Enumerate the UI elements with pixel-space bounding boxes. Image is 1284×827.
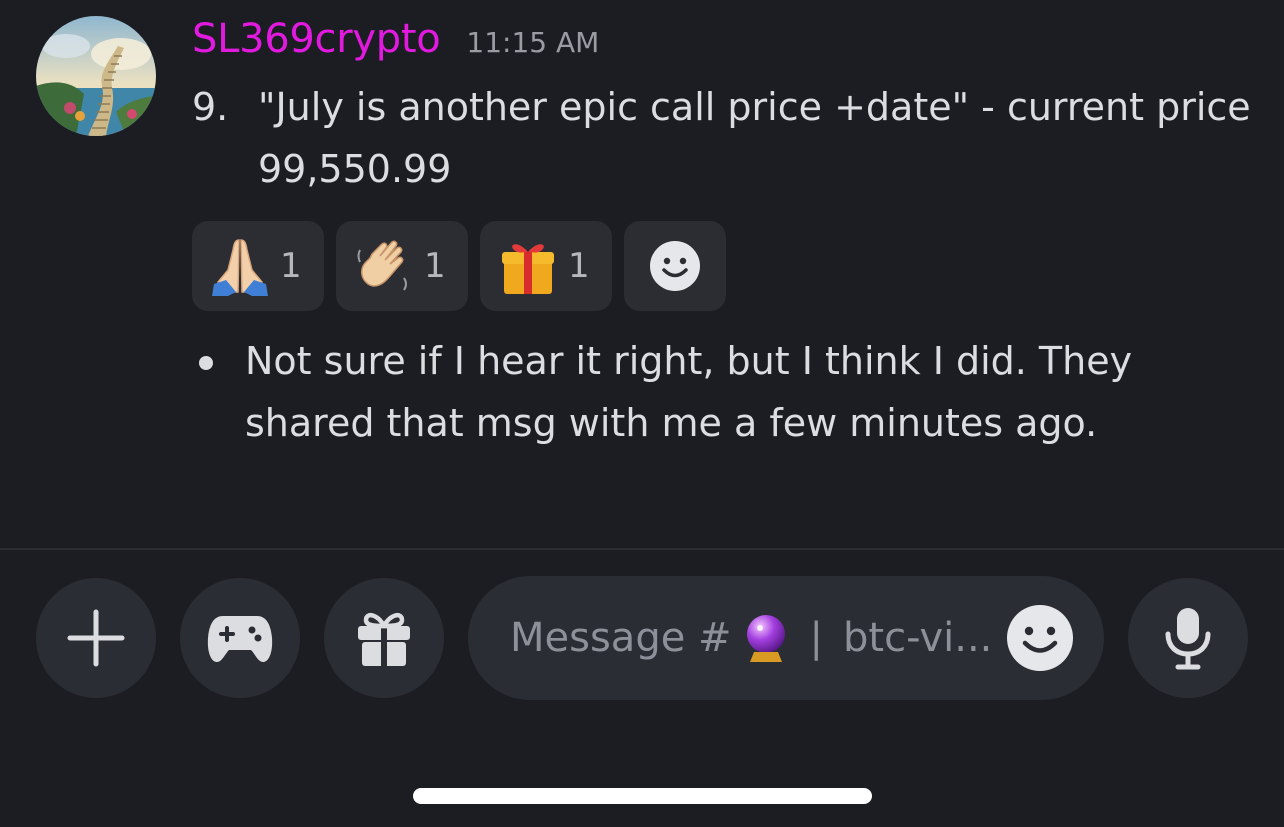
- reaction-count: 1: [280, 246, 302, 286]
- timestamp: 11:15 AM: [466, 26, 600, 59]
- folded-hands-icon: [206, 232, 274, 300]
- add-attachment-button[interactable]: [36, 578, 156, 698]
- avatar[interactable]: [36, 16, 156, 136]
- activities-button[interactable]: [180, 578, 300, 698]
- emoji-picker-button[interactable]: [1006, 604, 1074, 672]
- list-number: 9.: [192, 85, 229, 129]
- message-placeholder: Message # | btc-vi...: [510, 576, 992, 700]
- home-indicator[interactable]: [413, 788, 872, 804]
- voice-message-button[interactable]: [1128, 578, 1248, 698]
- gift-emoji-icon: [494, 232, 562, 300]
- reaction-waving-hand[interactable]: 1: [336, 221, 468, 311]
- message-header: SL369crypto 11:15 AM: [192, 16, 599, 70]
- gift-icon: [358, 612, 410, 666]
- username[interactable]: SL369crypto: [192, 16, 441, 62]
- message-input[interactable]: Message # | btc-vi...: [468, 576, 1104, 700]
- gamepad-icon: [207, 616, 273, 662]
- waving-hand-icon: [350, 232, 418, 300]
- placeholder-prefix: Message #: [510, 615, 732, 661]
- reaction-count: 1: [424, 246, 446, 286]
- add-reaction-button[interactable]: [624, 221, 726, 311]
- gift-button[interactable]: [324, 578, 444, 698]
- microphone-icon: [1165, 608, 1211, 670]
- bullet-list-item: Not sure if I hear it right, but I think…: [192, 330, 1252, 454]
- bullet-text: Not sure if I hear it right, but I think…: [245, 339, 1133, 445]
- list-item: 9. "July is another epic call price +dat…: [192, 76, 1252, 200]
- placeholder-separator: |: [809, 615, 824, 661]
- placeholder-channel: btc-vi...: [843, 615, 993, 661]
- plus-icon: [67, 609, 125, 667]
- reaction-count: 1: [568, 246, 590, 286]
- composer-divider: [0, 548, 1284, 550]
- reaction-folded-hands[interactable]: 1: [192, 221, 324, 311]
- smiley-icon: [650, 241, 700, 291]
- list-item-text: "July is another epic call price +date" …: [258, 85, 1251, 191]
- reaction-gift[interactable]: 1: [480, 221, 612, 311]
- bullet-marker: [199, 356, 213, 370]
- reactions-bar: 1 1 1: [192, 221, 726, 311]
- crystal-ball-icon: [740, 612, 792, 664]
- smiley-icon: [1007, 605, 1073, 671]
